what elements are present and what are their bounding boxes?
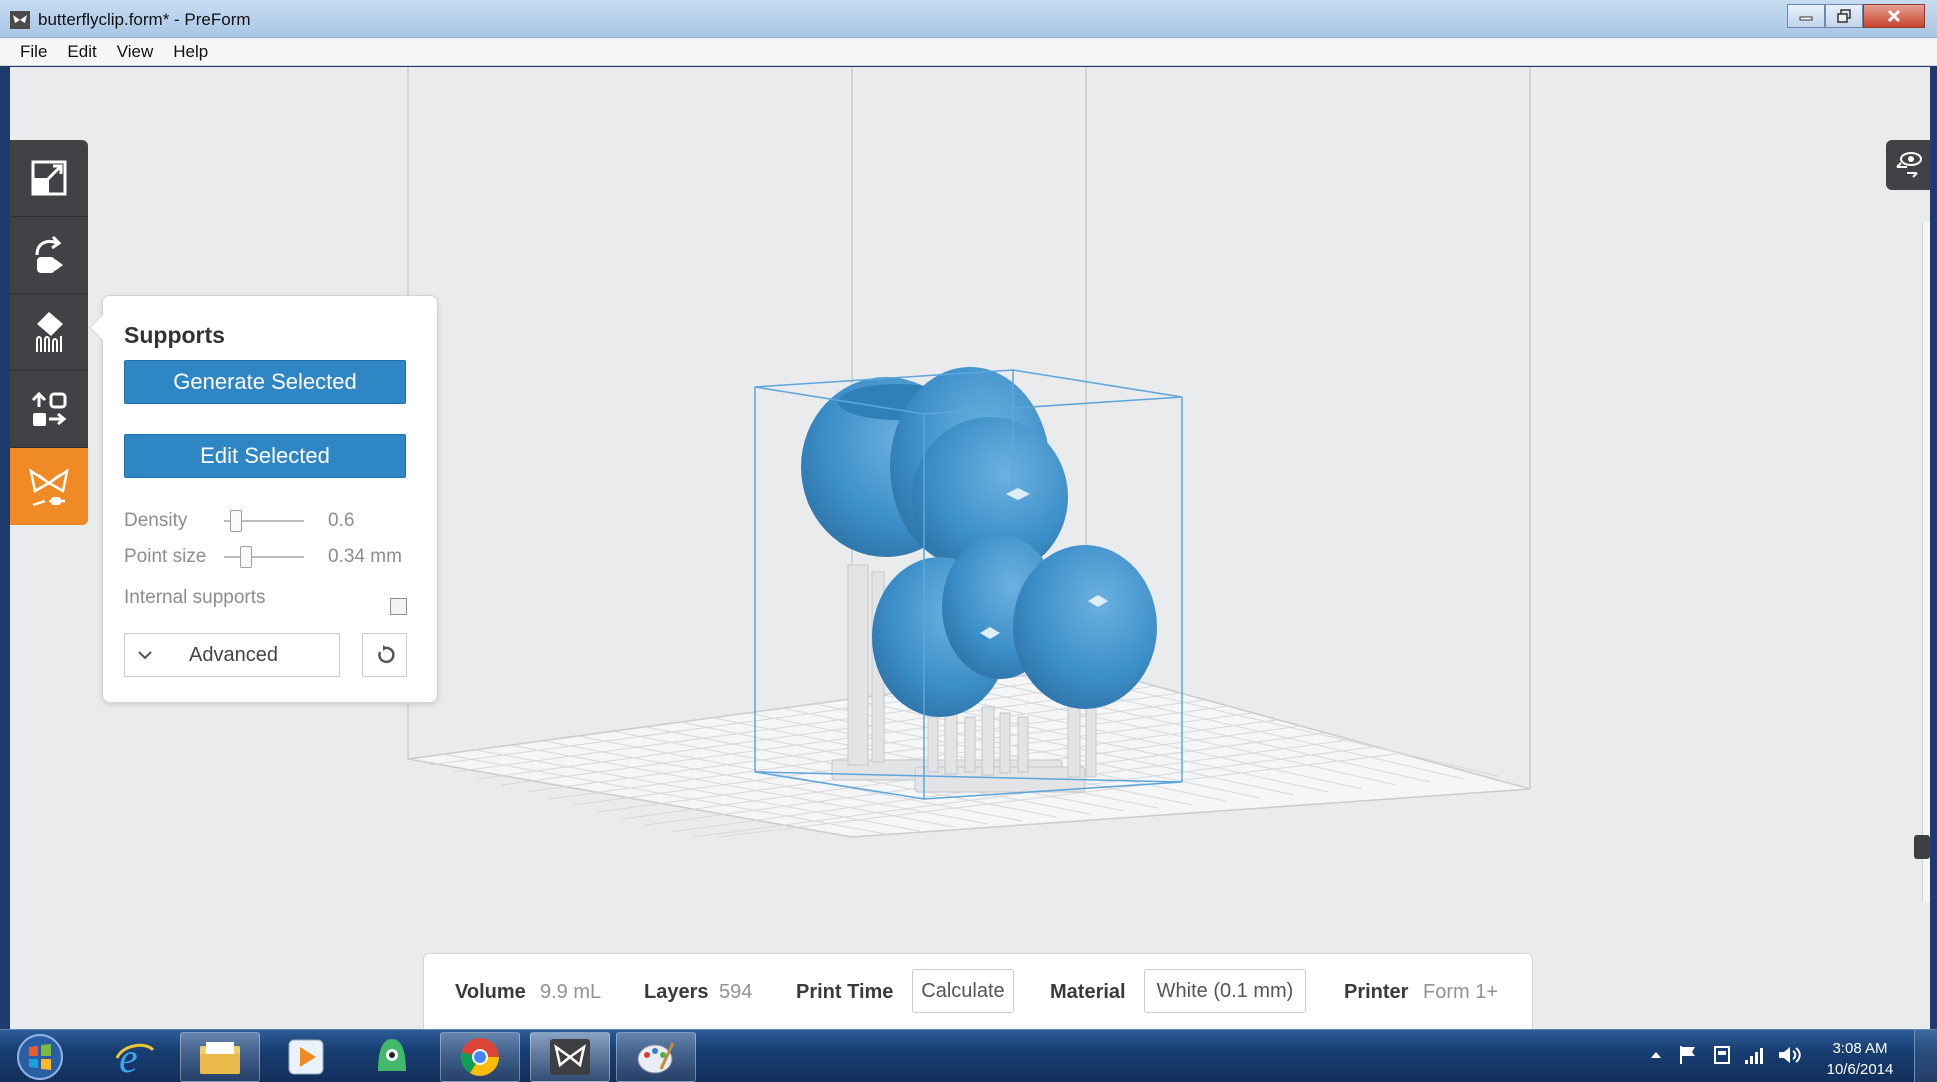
start-button[interactable] (14, 1032, 66, 1082)
restore-icon (1837, 9, 1851, 23)
internal-supports-checkbox[interactable] (390, 598, 407, 615)
generate-selected-button[interactable]: Generate Selected (124, 360, 406, 404)
menu-help[interactable]: Help (163, 42, 218, 62)
windows-taskbar: e 3:08 AM 10/6/2014 (0, 1029, 1937, 1082)
taskbar-internet-explorer[interactable]: e (94, 1032, 174, 1082)
reset-button[interactable] (362, 633, 407, 677)
taskbar-media-player[interactable] (266, 1032, 346, 1082)
svg-text:e: e (119, 1036, 138, 1078)
scale-icon (31, 160, 67, 196)
advanced-label: Advanced (189, 644, 278, 666)
panel-title: Supports (124, 322, 225, 348)
calculate-button[interactable]: Calculate (912, 969, 1014, 1013)
printer-label: Printer (1344, 981, 1409, 1003)
material-label: Material (1050, 981, 1126, 1003)
volume-label: Volume (455, 981, 526, 1003)
action-center-flag-icon[interactable] (1675, 1044, 1703, 1066)
taskbar-chrome[interactable] (440, 1032, 520, 1082)
printer-value[interactable]: Form 1+ (1423, 981, 1498, 1004)
menu-edit[interactable]: Edit (57, 42, 106, 62)
supports-tool-button[interactable] (10, 294, 88, 371)
show-hidden-icons-icon[interactable] (1645, 1044, 1667, 1066)
minimize-icon (1799, 16, 1813, 21)
folder-icon (200, 1042, 240, 1074)
device-icon[interactable] (1709, 1044, 1735, 1066)
supports-panel: Supports Generate Selected Edit Selected… (102, 295, 438, 703)
clock-date: 10/6/2014 (1826, 1061, 1894, 1078)
menu-view[interactable]: View (107, 42, 164, 62)
media-player-icon (288, 1039, 324, 1075)
density-label: Density (124, 510, 188, 531)
volume-speaker-icon[interactable] (1775, 1044, 1803, 1066)
point-size-label: Point size (124, 546, 207, 567)
taskbar-paint[interactable] (616, 1032, 696, 1082)
3d-viewport[interactable]: Supports Generate Selected Edit Selected… (10, 67, 1930, 1029)
taskbar-clock[interactable]: 3:08 AM 10/6/2014 (1820, 1038, 1900, 1080)
window-title: butterflyclip.form* - PreForm (38, 10, 251, 29)
chrome-icon (460, 1038, 499, 1076)
paint-palette-icon (637, 1042, 675, 1074)
print-time-label: Print Time (796, 981, 894, 1003)
taskbar-file-explorer[interactable] (180, 1032, 260, 1082)
view-options-button[interactable] (1886, 140, 1930, 190)
density-value: 0.6 (328, 510, 355, 531)
menu-file[interactable]: File (10, 42, 57, 62)
menu-bar: File Edit View Help (0, 38, 1937, 66)
edit-selected-button[interactable]: Edit Selected (124, 434, 406, 478)
taskbar-app-green[interactable] (352, 1032, 432, 1082)
clock-time: 3:08 AM (1832, 1040, 1888, 1057)
reset-icon (377, 645, 395, 664)
minimize-button[interactable] (1787, 4, 1825, 28)
taskbar-preform[interactable] (530, 1032, 610, 1082)
title-bar: butterflyclip.form* - PreForm (0, 0, 1937, 38)
volume-value: 9.9 mL (540, 981, 602, 1003)
material-select-button[interactable]: White (0.1 mm) (1144, 969, 1306, 1013)
point-size-slider[interactable] (224, 546, 304, 568)
restore-button[interactable] (1825, 4, 1863, 28)
density-slider-thumb[interactable] (230, 510, 242, 532)
layers-label: Layers (644, 981, 709, 1003)
supports-icon (36, 312, 63, 352)
density-slider[interactable] (224, 510, 304, 532)
layout-icon (31, 391, 67, 426)
show-desktop-button[interactable] (1914, 1030, 1937, 1082)
print-tool-button[interactable] (10, 448, 88, 525)
preform-app-icon (10, 11, 30, 29)
close-button[interactable] (1863, 4, 1925, 28)
right-panel-handle[interactable] (1914, 835, 1930, 859)
chevron-down-icon (138, 651, 152, 660)
print-info-bar: Volume 9.9 mL Layers 594 Print Time Calc… (423, 953, 1533, 1029)
network-signal-icon[interactable] (1741, 1044, 1769, 1066)
preform-icon (550, 1039, 590, 1075)
eye-view-icon (1896, 152, 1922, 178)
orient-tool-button[interactable] (10, 217, 88, 294)
right-scroll-track[interactable] (1922, 222, 1930, 902)
internet-explorer-icon: e (115, 1036, 155, 1078)
close-icon (1887, 9, 1901, 23)
layers-value: 594 (719, 981, 753, 1003)
green-app-icon (378, 1039, 406, 1071)
rotate-icon (35, 235, 63, 273)
left-toolbar (10, 140, 88, 525)
layout-tool-button[interactable] (10, 371, 88, 448)
point-size-slider-thumb[interactable] (240, 546, 252, 568)
advanced-toggle-button[interactable]: Advanced (124, 633, 340, 677)
internal-supports-label: Internal supports (124, 587, 266, 608)
system-tray (1645, 1044, 1803, 1066)
point-size-value: 0.34 mm (328, 546, 402, 567)
windows-logo-icon (17, 1034, 63, 1080)
scale-tool-button[interactable] (10, 140, 88, 217)
butterfly-print-icon (29, 467, 69, 506)
